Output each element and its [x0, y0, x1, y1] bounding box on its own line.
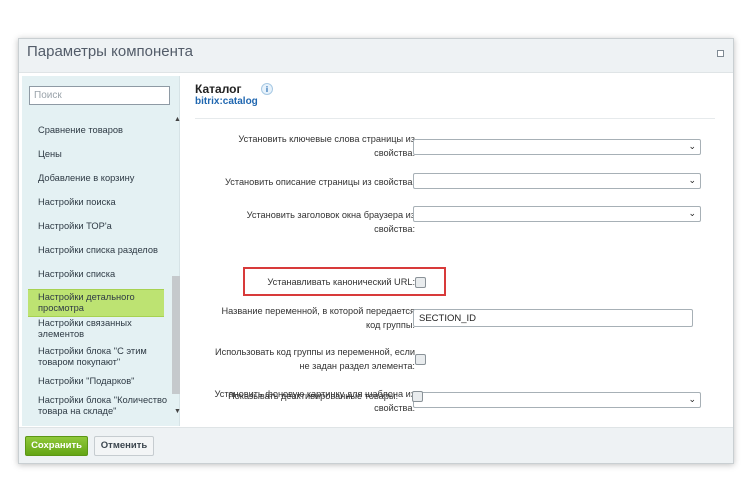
sidebar-item-prices[interactable]: Цены: [38, 149, 170, 160]
description-property-select[interactable]: ⌄: [413, 173, 701, 189]
search-input[interactable]: [29, 86, 170, 105]
dialog-body: ▲ Сравнение товаров Цены Добавление в ко…: [19, 74, 733, 426]
sidebar-item-detail-view[interactable]: Настройки детального просмотра: [28, 289, 164, 317]
sidebar-item-gifts[interactable]: Настройки "Подарков": [38, 376, 170, 387]
sidebar-item-related[interactable]: Настройки связанных элементов: [38, 318, 170, 340]
sidebar-item-also-bought[interactable]: Настройки блока "С этим товаром покупают…: [38, 346, 170, 368]
param-label: Установить заголовок окна браузера из св…: [246, 210, 415, 234]
section-id-variable-input[interactable]: [413, 309, 693, 327]
component-code: bitrix:catalog: [195, 96, 258, 107]
sidebar-item-add-to-cart[interactable]: Добавление в корзину: [38, 173, 170, 184]
scroll-up-icon[interactable]: ▲: [174, 116, 181, 123]
use-group-code-checkbox[interactable]: [415, 354, 426, 365]
sidebar-item-section-list[interactable]: Настройки списка разделов: [38, 245, 170, 256]
sidebar-item-top-settings[interactable]: Настройки ТОР'а: [38, 221, 170, 232]
component-title: Каталог: [195, 82, 242, 96]
param-label: Установить ключевые слова страницы из св…: [238, 134, 415, 158]
dialog-footer: Сохранить Отменить: [19, 427, 733, 463]
chevron-down-icon: ⌄: [688, 175, 696, 185]
scroll-down-icon[interactable]: ▼: [174, 408, 181, 415]
background-image-property-select[interactable]: ⌄: [413, 392, 701, 408]
param-label: Показывать деактивированные товары:: [228, 391, 398, 401]
chevron-down-icon: ⌄: [688, 208, 696, 218]
sidebar-item-stock-qty[interactable]: Настройки блока "Количество товара на ск…: [38, 395, 170, 417]
param-label: Установить описание страницы из свойства…: [225, 177, 415, 187]
param-label: Название переменной, в которой передаетс…: [221, 306, 415, 330]
sidebar: ▲ Сравнение товаров Цены Добавление в ко…: [22, 76, 181, 426]
divider: [195, 118, 715, 119]
chevron-down-icon: ⌄: [688, 141, 696, 151]
param-label: Использовать код группы из переменной, е…: [215, 347, 415, 371]
sidebar-item-list-settings[interactable]: Настройки списка: [38, 269, 170, 280]
sidebar-item-search-settings[interactable]: Настройки поиска: [38, 197, 170, 208]
main-panel: Каталог i bitrix:catalog Установить ключ…: [189, 74, 729, 424]
chevron-down-icon: ⌄: [688, 394, 696, 404]
scrollbar-thumb[interactable]: [172, 276, 180, 394]
sidebar-item-compare[interactable]: Сравнение товаров: [38, 125, 170, 136]
save-button[interactable]: Сохранить: [25, 436, 88, 456]
param-label: Устанавливать канонический URL:: [267, 277, 415, 287]
dialog-titlebar[interactable]: Параметры компонента: [19, 39, 733, 73]
dialog-title: Параметры компонента: [27, 43, 193, 60]
browser-title-property-select[interactable]: ⌄: [413, 206, 701, 222]
show-inactive-checkbox[interactable]: [412, 391, 423, 402]
maximize-icon[interactable]: [717, 50, 724, 57]
info-icon[interactable]: i: [261, 83, 273, 95]
canonical-url-checkbox[interactable]: [415, 277, 426, 288]
keywords-property-select[interactable]: ⌄: [413, 139, 701, 155]
cancel-button[interactable]: Отменить: [94, 436, 154, 456]
